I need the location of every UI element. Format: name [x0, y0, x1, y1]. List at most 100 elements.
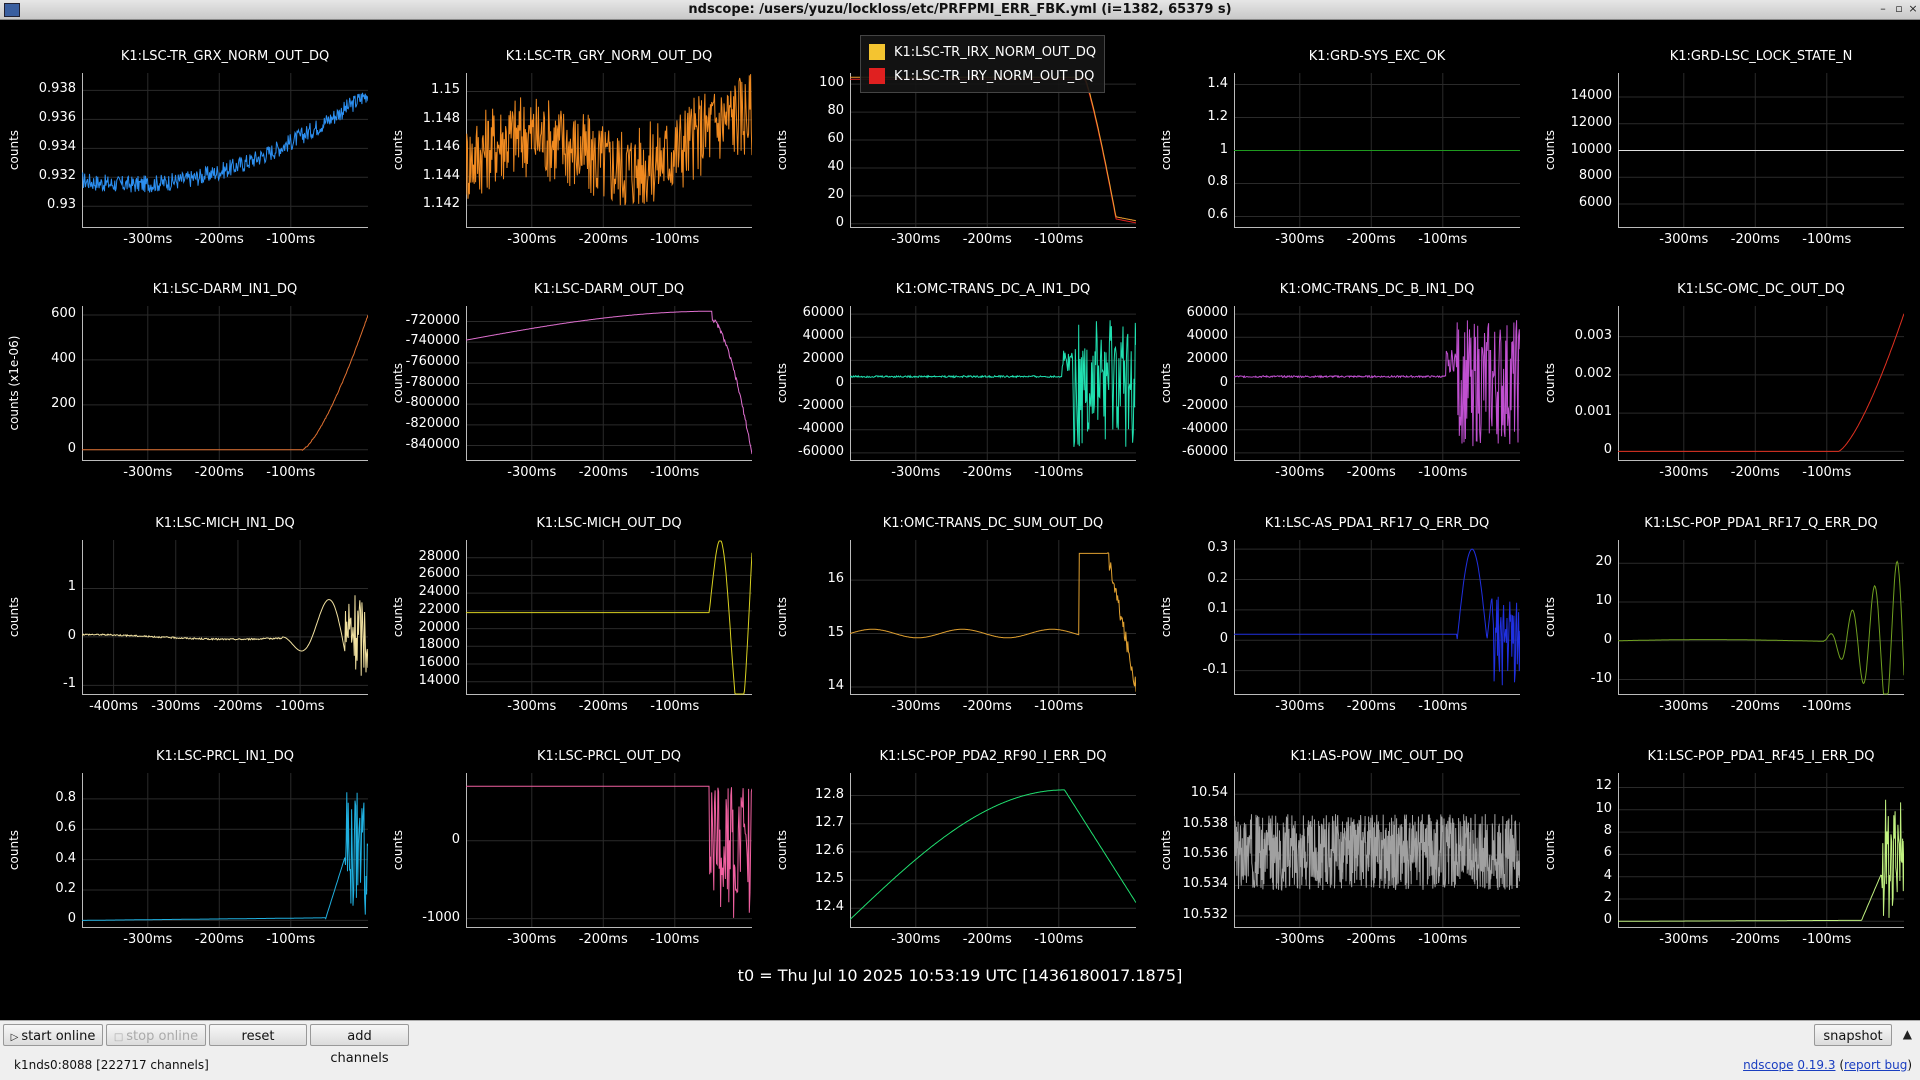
plot-title: K1:OMC-TRANS_DC_A_IN1_DQ	[895, 282, 1091, 297]
bottom-toolbar: ▷ start online □ stop online reset add cha…	[0, 1020, 1920, 1080]
axis-line	[1618, 306, 1904, 461]
plot-panel[interactable]: K1:LSC-MICH_IN1_DQ counts 1 0 -1 -400ms -300ms…	[0, 488, 384, 721]
y-tick-label: 1.142	[422, 196, 460, 212]
plot-canvas[interactable]	[1618, 306, 1904, 461]
x-tick-label: -200ms	[194, 232, 244, 247]
plot-canvas[interactable]	[1234, 73, 1520, 228]
plot-panel[interactable]: K1:GRD-LSC_LOCK_STATE_N counts 14000 12000 1…	[1536, 21, 1920, 254]
x-tick-label: -200ms	[578, 932, 628, 947]
plot-canvas[interactable]	[82, 540, 368, 695]
y-tick-label: 0	[835, 214, 844, 230]
plot-canvas[interactable]	[1234, 773, 1520, 928]
plot-panel[interactable]: K1:OMC-TRANS_DC_A_IN1_DQ counts 60000 40000…	[768, 254, 1152, 487]
y-tick-label: -40000	[797, 420, 844, 436]
plot-canvas[interactable]	[1618, 540, 1904, 695]
plot-panel[interactable]: K1:LSC-PRCL_IN1_DQ counts 0.8 0.6 0.4 0.2 0 -30…	[0, 721, 384, 954]
series-trace	[1234, 814, 1520, 892]
axis-line	[1618, 773, 1904, 928]
plot-canvas[interactable]	[1618, 773, 1904, 928]
plot-canvas[interactable]	[850, 306, 1136, 461]
plot-panel[interactable]: K1:LSC-DARM_OUT_DQ counts -720000 -740000 -7…	[384, 254, 768, 487]
maximize-icon[interactable]: ▫	[1892, 2, 1906, 16]
y-tick-label: 0	[1603, 912, 1612, 928]
plot-panel[interactable]: K1:LSC-DARM_IN1_DQ counts (x1e-06) 600 400 2…	[0, 254, 384, 487]
y-tick-label: 10000	[1570, 141, 1612, 157]
plot-canvas[interactable]	[82, 73, 368, 228]
x-tick-label: -100ms	[266, 465, 316, 480]
window-title: ndscope: /users/yuzu/lockloss/etc/PRFPMI…	[688, 2, 1232, 17]
y-tick-label: 12.7	[815, 814, 844, 830]
x-tick-label: -100ms	[1802, 465, 1852, 480]
plot-panel[interactable]: K1:LSC-AS_PDA1_RF17_Q_ERR_DQ counts 0.3 0.2…	[1152, 488, 1536, 721]
plot-panel[interactable]: K1:GRD-SYS_EXC_OK counts 1.4 1.2 1 0.8 0.6 -300…	[1152, 21, 1536, 254]
t0-label: t0 = Thu Jul 10 2025 10:53:19 UTC [14361…	[737, 966, 1183, 985]
x-tick-label: -100ms	[1418, 465, 1468, 480]
version-link[interactable]: 0.19.3	[1797, 1058, 1835, 1072]
plot-panel[interactable]: K1:LSC-POP_PDA2_RF90_I_ERR_DQ counts 12.8 1…	[768, 721, 1152, 954]
x-tick-label: -400ms	[89, 699, 139, 714]
plot-panel[interactable]: K1:OMC-TRANS_DC_SUM_OUT_DQ counts 16 15 14 -3…	[768, 488, 1152, 721]
plot-canvas[interactable]	[82, 306, 368, 461]
axis-line	[82, 540, 368, 695]
start-online-button[interactable]: ▷ start online	[3, 1024, 103, 1046]
y-tick-label: 10	[1595, 800, 1612, 816]
y-tick-label: -800000	[405, 395, 460, 411]
plot-panel[interactable]: K1:LSC-POP_PDA1_RF17_Q_ERR_DQ counts 20 10 0…	[1536, 488, 1920, 721]
close-icon[interactable]: ×	[1906, 2, 1920, 16]
y-tick-label: 12.5	[815, 871, 844, 887]
plot-canvas[interactable]	[1234, 540, 1520, 695]
plot-canvas[interactable]	[850, 540, 1136, 695]
plot-panel[interactable]: K1:OMC-TRANS_DC_B_IN1_DQ counts 60000 40000…	[1152, 254, 1536, 487]
ndscope-link[interactable]: ndscope	[1743, 1058, 1793, 1072]
x-tick-label: -100ms	[266, 932, 316, 947]
plot-canvas[interactable]	[82, 773, 368, 928]
snapshot-button[interactable]: snapshot	[1814, 1024, 1892, 1046]
y-tick-label: 22000	[418, 601, 460, 617]
minimize-icon[interactable]: –	[1876, 2, 1890, 16]
stop-online-button[interactable]: □ stop online	[106, 1024, 206, 1046]
plot-panel[interactable]: K1:LSC-POP_PDA1_RF45_I_ERR_DQ counts 12 10 8…	[1536, 721, 1920, 954]
y-tick-label: 0	[67, 911, 76, 927]
y-axis-label: counts (x1e-06)	[7, 335, 21, 431]
plot-panel[interactable]: K1:LAS-POW_IMC_OUT_DQ counts 10.54 10.538 10…	[1152, 721, 1536, 954]
plot-canvas[interactable]	[466, 540, 752, 695]
y-tick-label: 12.6	[815, 842, 844, 858]
plot-panel[interactable]: K1:LSC-TR_GRY_NORM_OUT_DQ counts 1.15 1.148…	[384, 21, 768, 254]
x-tick-label: -200ms	[962, 699, 1012, 714]
add-channels-button[interactable]: add channels	[310, 1024, 409, 1066]
series-trace	[1618, 313, 1904, 452]
y-tick-label: 10.536	[1182, 846, 1229, 862]
y-tick-label: -1	[63, 676, 76, 692]
plot-panel[interactable]: counts 100 80 60 40 20 0 -300ms -200ms -100ms K1:L…	[768, 21, 1152, 254]
y-axis-label: counts	[775, 596, 789, 637]
x-tick-label: -300ms	[891, 232, 941, 247]
y-tick-label: 10	[1595, 593, 1612, 608]
series-trace	[466, 310, 752, 455]
plot-panel[interactable]: K1:LSC-OMC_DC_OUT_DQ counts 0.003 0.002 0.00…	[1536, 254, 1920, 487]
plot-panel[interactable]: K1:LSC-PRCL_OUT_DQ counts 0 -1000 -300ms -200…	[384, 721, 768, 954]
reset-button[interactable]: reset	[209, 1024, 307, 1046]
plot-canvas[interactable]	[850, 773, 1136, 928]
y-tick-label: 0.938	[38, 81, 76, 97]
plot-canvas[interactable]	[1234, 306, 1520, 461]
plot-title: K1:LSC-PRCL_OUT_DQ	[537, 749, 681, 764]
triangle-up-icon[interactable]: ▲	[1903, 1027, 1912, 1041]
y-tick-label: 14000	[1570, 88, 1612, 104]
plot-canvas[interactable]	[466, 773, 752, 928]
legend-entry: K1:LSC-TR_IRY_NORM_OUT_DQ	[869, 64, 1096, 88]
axis-line	[82, 773, 368, 928]
axis-line	[466, 540, 752, 695]
y-tick-label: 1.4	[1207, 75, 1228, 91]
plot-canvas[interactable]	[466, 73, 752, 228]
plot-title: K1:OMC-TRANS_DC_SUM_OUT_DQ	[882, 516, 1104, 531]
x-tick-label: -300ms	[507, 932, 557, 947]
plot-panel[interactable]: K1:LSC-MICH_OUT_DQ counts 28000 26000 24000 2…	[384, 488, 768, 721]
y-tick-label: 0.002	[1574, 365, 1612, 381]
plot-canvas[interactable]	[850, 73, 1136, 228]
x-tick-label: -100ms	[1418, 699, 1468, 714]
plot-canvas[interactable]	[466, 306, 752, 461]
plot-panel[interactable]: K1:LSC-TR_GRX_NORM_OUT_DQ counts 0.938 0.93…	[0, 21, 384, 254]
y-tick-label: 10.54	[1190, 785, 1228, 801]
report-bug-link[interactable]: report bug	[1844, 1058, 1907, 1072]
plot-canvas[interactable]	[1618, 73, 1904, 228]
